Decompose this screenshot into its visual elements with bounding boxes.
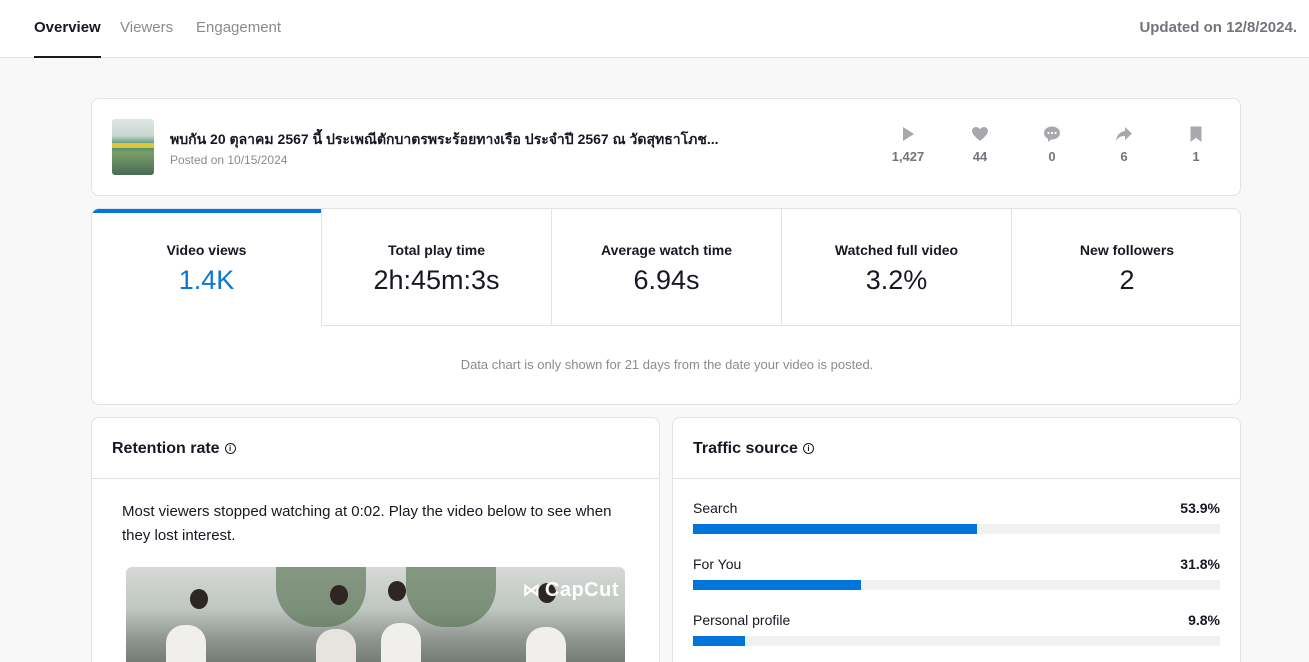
metric-total-play-time[interactable]: Total play time 2h:45m:3s bbox=[322, 209, 552, 326]
metric-watched-full-video[interactable]: Watched full video 3.2% bbox=[782, 209, 1012, 326]
likes-count: 44 bbox=[972, 149, 988, 164]
scene-head bbox=[388, 581, 406, 601]
traffic-source-card: Traffic source i Search 53.9% For You 31.… bbox=[672, 417, 1241, 662]
likes-stat: 44 bbox=[954, 125, 1006, 164]
traffic-title: Traffic source i bbox=[693, 440, 814, 458]
retention-title-text: Retention rate bbox=[112, 440, 220, 457]
traffic-source-bar bbox=[693, 636, 745, 646]
traffic-source-bar bbox=[693, 580, 861, 590]
metric-value: 3.2% bbox=[865, 265, 928, 295]
traffic-source-label: Search bbox=[693, 500, 738, 516]
tab-viewers[interactable]: Viewers bbox=[120, 0, 173, 58]
metric-label: Total play time bbox=[388, 242, 485, 258]
saves-stat: 1 bbox=[1170, 125, 1222, 164]
traffic-title-text: Traffic source bbox=[693, 440, 798, 457]
comments-count: 0 bbox=[1048, 149, 1056, 164]
scene-person bbox=[526, 627, 566, 662]
traffic-source-label: For You bbox=[693, 556, 742, 572]
scene-tree bbox=[406, 567, 496, 627]
video-thumbnail[interactable] bbox=[112, 119, 154, 175]
retention-video-player[interactable]: ⋈ CapCut bbox=[126, 567, 625, 662]
traffic-source-percent: 9.8% bbox=[1188, 612, 1220, 628]
scene-person bbox=[381, 623, 421, 662]
scene-person bbox=[166, 625, 206, 662]
traffic-source-bar bbox=[693, 524, 978, 534]
comments-stat: 0 bbox=[1026, 125, 1078, 164]
heart-icon bbox=[972, 127, 988, 141]
metric-value: 6.94s bbox=[633, 265, 700, 295]
share-icon bbox=[1116, 127, 1132, 141]
metric-value: 1.4K bbox=[178, 265, 235, 295]
scene-person bbox=[316, 629, 356, 662]
shares-stat: 6 bbox=[1098, 125, 1150, 164]
capcut-watermark: ⋈ CapCut bbox=[522, 579, 619, 602]
plays-stat: 1,427 bbox=[882, 125, 934, 164]
scene-tree bbox=[276, 567, 366, 627]
shares-count: 6 bbox=[1120, 149, 1128, 164]
retention-card: Retention rate i Most viewers stopped wat… bbox=[91, 417, 660, 662]
divider bbox=[92, 478, 659, 479]
video-info-card: พบกัน 20 ตุลาคม 2567 นี้ ประเพณีตักบาตรพ… bbox=[91, 98, 1241, 196]
traffic-source-label: Personal profile bbox=[693, 612, 791, 628]
thumbnail-stripe bbox=[112, 143, 154, 148]
scene-head bbox=[190, 589, 208, 609]
divider bbox=[673, 478, 1240, 479]
play-icon bbox=[903, 127, 914, 141]
metrics-card: Video views 1.4K Total play time 2h:45m:… bbox=[91, 208, 1241, 405]
metric-average-watch-time[interactable]: Average watch time 6.94s bbox=[552, 209, 782, 326]
info-icon[interactable]: i bbox=[224, 443, 236, 454]
retention-title: Retention rate i bbox=[112, 440, 236, 458]
metric-new-followers[interactable]: New followers 2 bbox=[1012, 209, 1240, 326]
metric-value: 2h:45m:3s bbox=[373, 265, 500, 295]
traffic-source-track bbox=[693, 524, 1220, 534]
capcut-logo-icon: ⋈ bbox=[522, 580, 541, 600]
metric-label: New followers bbox=[1079, 242, 1175, 258]
traffic-source-row: Search 53.9% bbox=[693, 500, 1220, 534]
tab-overview[interactable]: Overview bbox=[34, 0, 101, 58]
plays-count: 1,427 bbox=[891, 149, 925, 164]
comment-icon bbox=[1044, 126, 1060, 142]
scene-head bbox=[330, 585, 348, 605]
traffic-source-percent: 53.9% bbox=[1180, 500, 1220, 516]
metric-label: Watched full video bbox=[834, 242, 959, 258]
traffic-source-row: Personal profile 9.8% bbox=[693, 612, 1220, 646]
retention-description: Most viewers stopped watching at 0:02. P… bbox=[122, 503, 612, 544]
traffic-source-track bbox=[693, 636, 1220, 646]
saves-count: 1 bbox=[1192, 149, 1200, 164]
top-bar: Overview Viewers Engagement Updated on 1… bbox=[0, 0, 1309, 58]
capcut-watermark-text: CapCut bbox=[544, 579, 619, 601]
chart-availability-note: Data chart is only shown for 21 days fro… bbox=[460, 357, 874, 372]
metric-label: Video views bbox=[166, 242, 247, 258]
video-title: พบกัน 20 ตุลาคม 2567 นี้ ประเพณีตักบาตรพ… bbox=[170, 131, 719, 147]
traffic-source-percent: 31.8% bbox=[1180, 556, 1220, 572]
tab-engagement[interactable]: Engagement bbox=[196, 0, 281, 58]
metric-value: 2 bbox=[1119, 265, 1135, 295]
video-posted-date: Posted on 10/15/2024 bbox=[170, 153, 288, 167]
metric-video-views[interactable]: Video views 1.4K bbox=[92, 209, 322, 326]
metric-label: Average watch time bbox=[601, 242, 732, 258]
updated-timestamp: Updated on 12/8/2024. bbox=[1139, 19, 1297, 36]
info-icon[interactable]: i bbox=[802, 443, 814, 454]
traffic-source-row: For You 31.8% bbox=[693, 556, 1220, 590]
traffic-source-track bbox=[693, 580, 1220, 590]
bookmark-icon bbox=[1190, 126, 1202, 142]
